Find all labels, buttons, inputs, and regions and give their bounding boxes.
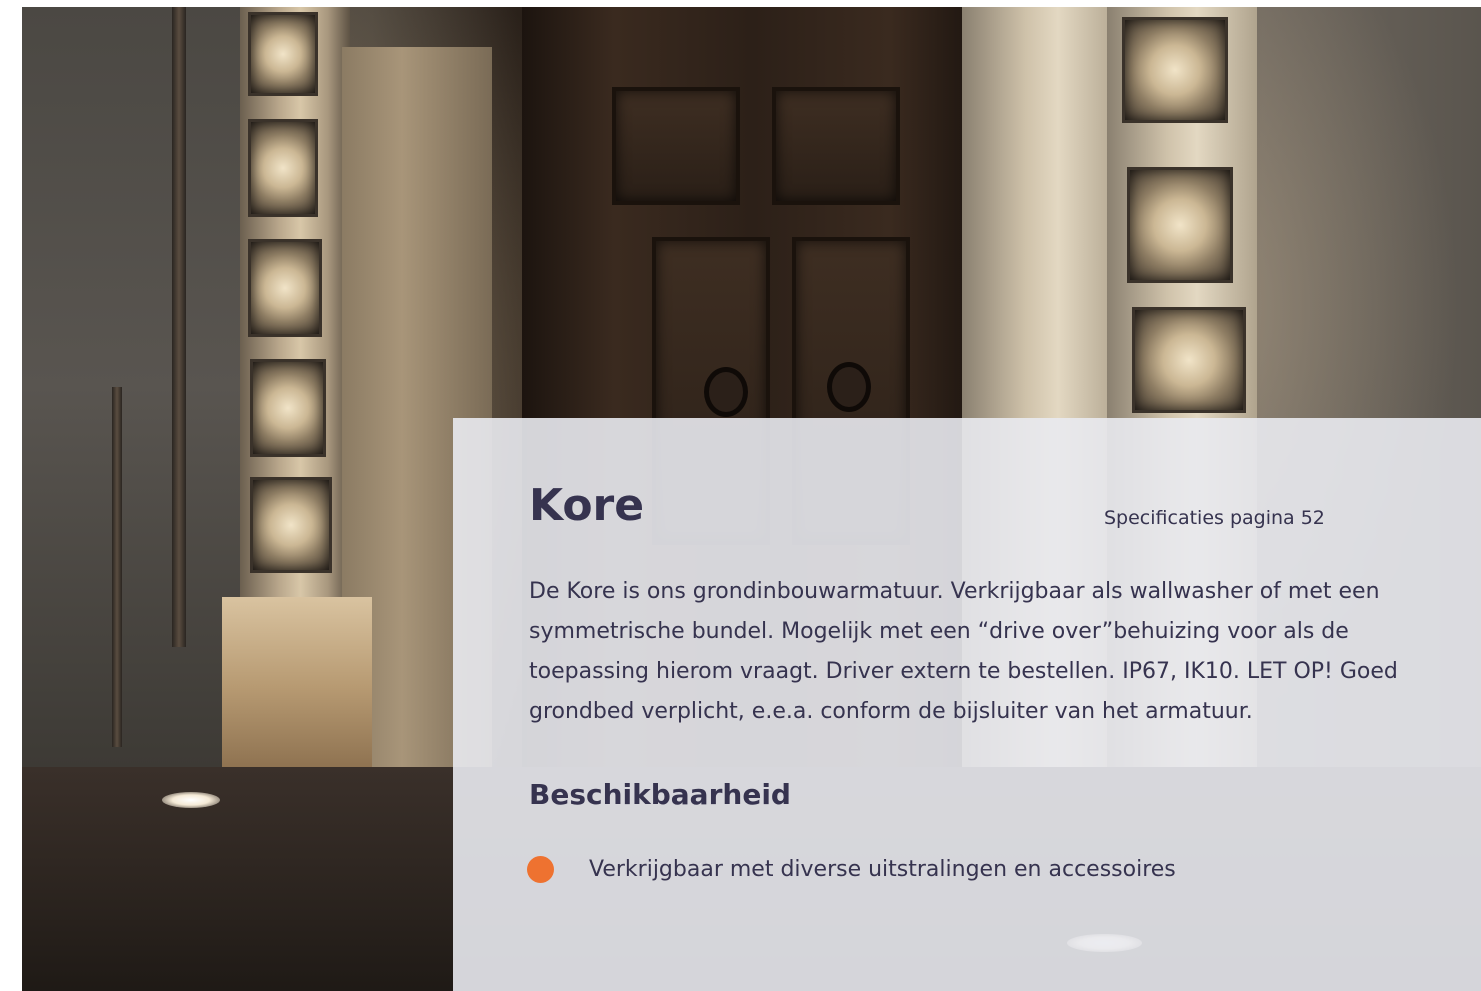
rosette-ornament <box>250 359 326 457</box>
drain-pipe-left <box>172 7 186 647</box>
rosette-ornament <box>1122 17 1228 123</box>
product-info-panel: Kore Specificaties pagina 52 De Kore is … <box>453 418 1481 991</box>
rosette-ornament <box>248 12 318 96</box>
rosette-ornament <box>248 239 322 337</box>
floor-light-fixture <box>162 792 220 808</box>
rosette-ornament <box>1127 167 1233 283</box>
list-item: Verkrijgbaar met diverse uitstralingen e… <box>527 856 1176 883</box>
pillar-plinth <box>222 597 372 777</box>
drain-pipe-small <box>112 387 122 747</box>
door-panel <box>612 87 740 205</box>
rosette-ornament <box>1132 307 1246 413</box>
brochure-page: Kore Specificaties pagina 52 De Kore is … <box>0 0 1481 991</box>
availability-item-text: Verkrijgbaar met diverse uitstralingen e… <box>589 857 1176 882</box>
rosette-ornament <box>248 119 318 217</box>
product-description: De Kore is ons grondinbouwarmatuur. Verk… <box>529 579 1398 724</box>
door-knocker <box>827 362 871 412</box>
door-panel <box>772 87 900 205</box>
orange-bullet-icon <box>527 856 554 883</box>
rosette-ornament <box>250 477 332 573</box>
spec-page-reference: Specificaties pagina 52 <box>1104 507 1325 529</box>
door-knocker <box>704 367 748 417</box>
product-title: Kore <box>529 480 645 531</box>
availability-list: Verkrijgbaar met diverse uitstralingen e… <box>527 856 1176 883</box>
availability-heading: Beschikbaarheid <box>529 778 791 811</box>
